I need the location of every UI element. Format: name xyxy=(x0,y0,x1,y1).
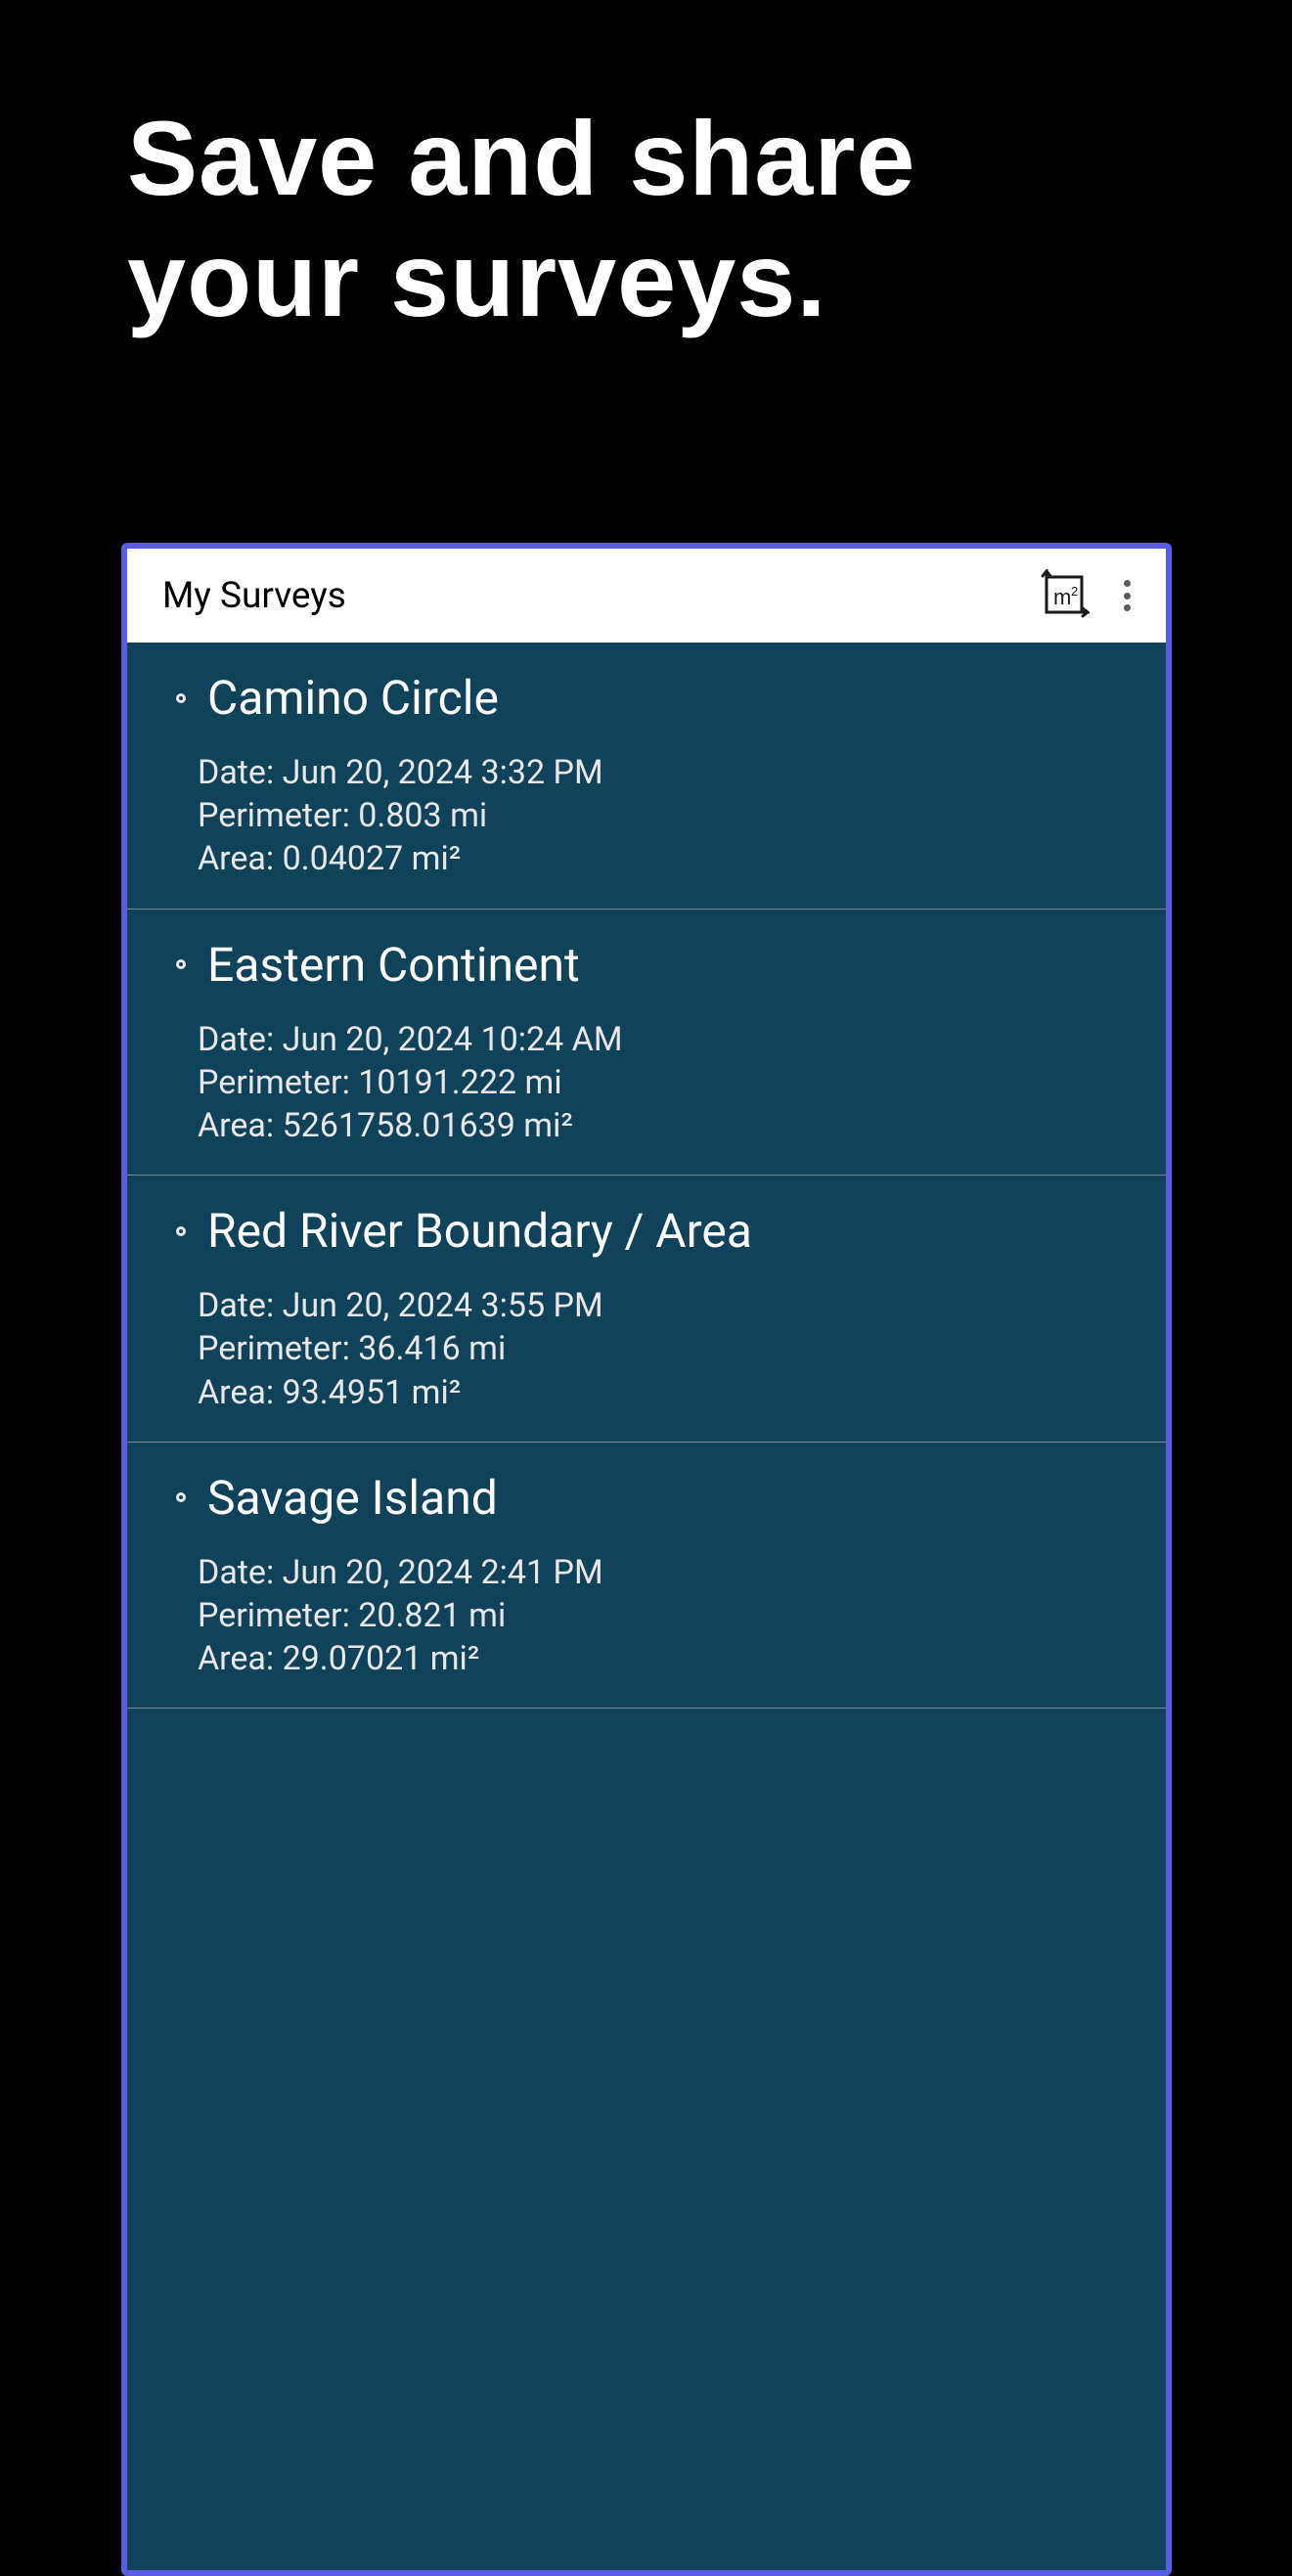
survey-name: Camino Circle xyxy=(207,670,499,726)
survey-list-item[interactable]: Eastern Continent Date: Jun 20, 2024 10:… xyxy=(127,910,1166,1177)
survey-list-item[interactable]: Camino Circle Date: Jun 20, 2024 3:32 PM… xyxy=(127,643,1166,910)
unit-toggle-icon[interactable]: m 2 xyxy=(1037,569,1090,622)
survey-area: Area: 0.04027 mi² xyxy=(198,837,1117,880)
survey-date: Date: Jun 20, 2024 10:24 AM xyxy=(198,1018,1117,1061)
survey-perimeter: Perimeter: 36.416 mi xyxy=(198,1327,1117,1370)
survey-perimeter: Perimeter: 0.803 mi xyxy=(198,794,1117,837)
bullet-icon xyxy=(176,1492,186,1502)
svg-text:m: m xyxy=(1053,585,1071,609)
survey-date: Date: Jun 20, 2024 3:55 PM xyxy=(198,1284,1117,1327)
bullet-icon xyxy=(176,693,186,703)
survey-perimeter: Perimeter: 10191.222 mi xyxy=(198,1061,1117,1104)
survey-area: Area: 29.07021 mi² xyxy=(198,1637,1117,1680)
survey-date: Date: Jun 20, 2024 3:32 PM xyxy=(198,751,1117,794)
survey-title-row: Red River Boundary / Area xyxy=(176,1203,1117,1259)
survey-details: Date: Jun 20, 2024 2:41 PM Perimeter: 20… xyxy=(176,1551,1117,1681)
survey-list-item[interactable]: Red River Boundary / Area Date: Jun 20, … xyxy=(127,1176,1166,1443)
survey-list: Camino Circle Date: Jun 20, 2024 3:32 PM… xyxy=(127,643,1166,2570)
app-header: My Surveys m 2 xyxy=(127,549,1166,643)
survey-details: Date: Jun 20, 2024 3:32 PM Perimeter: 0.… xyxy=(176,751,1117,881)
survey-name: Eastern Continent xyxy=(207,937,580,993)
survey-name: Savage Island xyxy=(207,1470,498,1526)
survey-name: Red River Boundary / Area xyxy=(207,1203,752,1259)
overflow-menu-icon[interactable] xyxy=(1123,578,1131,613)
bullet-icon xyxy=(176,959,186,969)
survey-details: Date: Jun 20, 2024 10:24 AM Perimeter: 1… xyxy=(176,1018,1117,1148)
device-frame: My Surveys m 2 Camino xyxy=(121,543,1172,2576)
svg-text:2: 2 xyxy=(1071,584,1078,599)
app-header-title: My Surveys xyxy=(162,575,1017,617)
survey-details: Date: Jun 20, 2024 3:55 PM Perimeter: 36… xyxy=(176,1284,1117,1414)
survey-title-row: Eastern Continent xyxy=(176,937,1117,993)
survey-title-row: Savage Island xyxy=(176,1470,1117,1526)
page-title: Save and share your surveys. xyxy=(0,0,1292,340)
survey-list-item[interactable]: Savage Island Date: Jun 20, 2024 2:41 PM… xyxy=(127,1443,1166,1710)
header-icons: m 2 xyxy=(1037,569,1131,622)
survey-area: Area: 93.4951 mi² xyxy=(198,1371,1117,1414)
bullet-icon xyxy=(176,1226,186,1236)
survey-date: Date: Jun 20, 2024 2:41 PM xyxy=(198,1551,1117,1594)
survey-title-row: Camino Circle xyxy=(176,670,1117,726)
survey-perimeter: Perimeter: 20.821 mi xyxy=(198,1594,1117,1637)
survey-area: Area: 5261758.01639 mi² xyxy=(198,1104,1117,1147)
